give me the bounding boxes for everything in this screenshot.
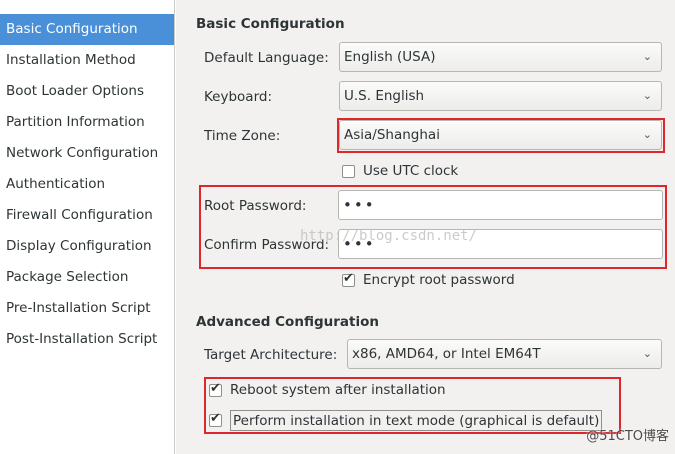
time-zone-label: Time Zone: xyxy=(204,128,281,144)
chevron-down-icon: ⌄ xyxy=(642,347,652,360)
confirm-password-field[interactable]: ••• xyxy=(338,229,663,259)
sidebar-item-display-configuration[interactable]: Display Configuration xyxy=(0,231,174,262)
root-password-label: Root Password: xyxy=(204,198,307,214)
site-logo: @51CTO博客 xyxy=(586,429,669,444)
target-architecture-combo[interactable]: x86, AMD64, or Intel EM64T ⌄ xyxy=(347,339,662,369)
reboot-box[interactable] xyxy=(209,381,222,397)
reboot-label: Reboot system after installation xyxy=(230,382,446,398)
sidebar-item-authentication[interactable]: Authentication xyxy=(0,169,174,200)
sidebar-item-network-configuration[interactable]: Network Configuration xyxy=(0,138,174,169)
main-panel: Basic Configuration Default Language: En… xyxy=(176,0,675,454)
basic-configuration-title: Basic Configuration xyxy=(196,16,345,32)
confirm-password-label: Confirm Password: xyxy=(204,237,330,253)
chevron-down-icon: ⌄ xyxy=(642,128,652,141)
sidebar-item-basic-configuration[interactable]: Basic Configuration xyxy=(0,14,174,45)
utc-clock-box[interactable] xyxy=(342,164,355,178)
time-zone-combo[interactable]: Asia/Shanghai ⌄ xyxy=(339,120,662,150)
encrypt-password-label: Encrypt root password xyxy=(363,272,515,288)
sidebar-item-pre-installation-script[interactable]: Pre-Installation Script xyxy=(0,293,174,324)
text-mode-label: Perform installation in text mode (graph… xyxy=(230,410,603,431)
sidebar-item-partition-information[interactable]: Partition Information xyxy=(0,107,174,138)
sidebar-item-boot-loader-options[interactable]: Boot Loader Options xyxy=(0,76,174,107)
utc-clock-label: Use UTC clock xyxy=(363,163,459,179)
encrypt-password-checkbox[interactable]: Encrypt root password xyxy=(342,271,515,288)
chevron-down-icon: ⌄ xyxy=(642,89,652,102)
default-language-combo[interactable]: English (USA) ⌄ xyxy=(339,42,662,72)
sidebar-item-package-selection[interactable]: Package Selection xyxy=(0,262,174,293)
advanced-configuration-title: Advanced Configuration xyxy=(196,314,379,330)
default-language-value: English (USA) xyxy=(344,49,436,65)
root-password-field[interactable]: ••• xyxy=(338,190,663,220)
sidebar-item-installation-method[interactable]: Installation Method xyxy=(0,45,174,76)
reboot-checkbox[interactable]: Reboot system after installation xyxy=(209,381,446,398)
text-mode-checkbox[interactable]: Perform installation in text mode (graph… xyxy=(209,410,603,431)
time-zone-value: Asia/Shanghai xyxy=(344,127,440,143)
default-language-label: Default Language: xyxy=(204,50,329,66)
text-mode-box[interactable] xyxy=(209,411,222,427)
target-architecture-label: Target Architecture: xyxy=(204,347,338,363)
encrypt-password-box[interactable] xyxy=(342,271,355,287)
sidebar: Basic Configuration Installation Method … xyxy=(0,0,175,454)
utc-clock-checkbox[interactable]: Use UTC clock xyxy=(342,163,458,179)
sidebar-item-post-installation-script[interactable]: Post-Installation Script xyxy=(0,324,174,355)
keyboard-value: U.S. English xyxy=(344,88,425,104)
sidebar-item-firewall-configuration[interactable]: Firewall Configuration xyxy=(0,200,174,231)
keyboard-combo[interactable]: U.S. English ⌄ xyxy=(339,81,662,111)
keyboard-label: Keyboard: xyxy=(204,89,273,105)
chevron-down-icon: ⌄ xyxy=(642,50,652,63)
target-architecture-value: x86, AMD64, or Intel EM64T xyxy=(352,346,541,362)
